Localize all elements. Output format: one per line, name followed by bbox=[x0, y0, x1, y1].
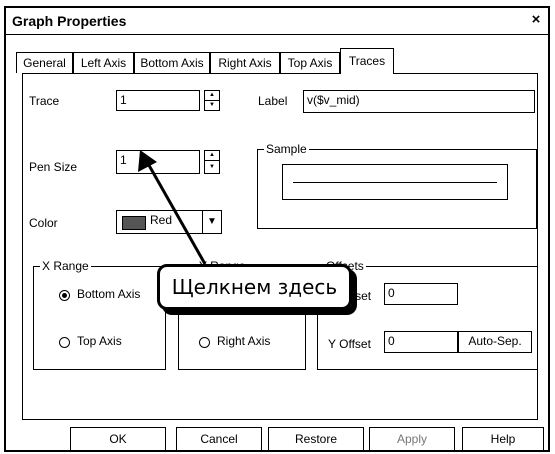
callout-arrow bbox=[138, 150, 207, 265]
callout-box: Щелкнем здесь bbox=[157, 264, 352, 310]
